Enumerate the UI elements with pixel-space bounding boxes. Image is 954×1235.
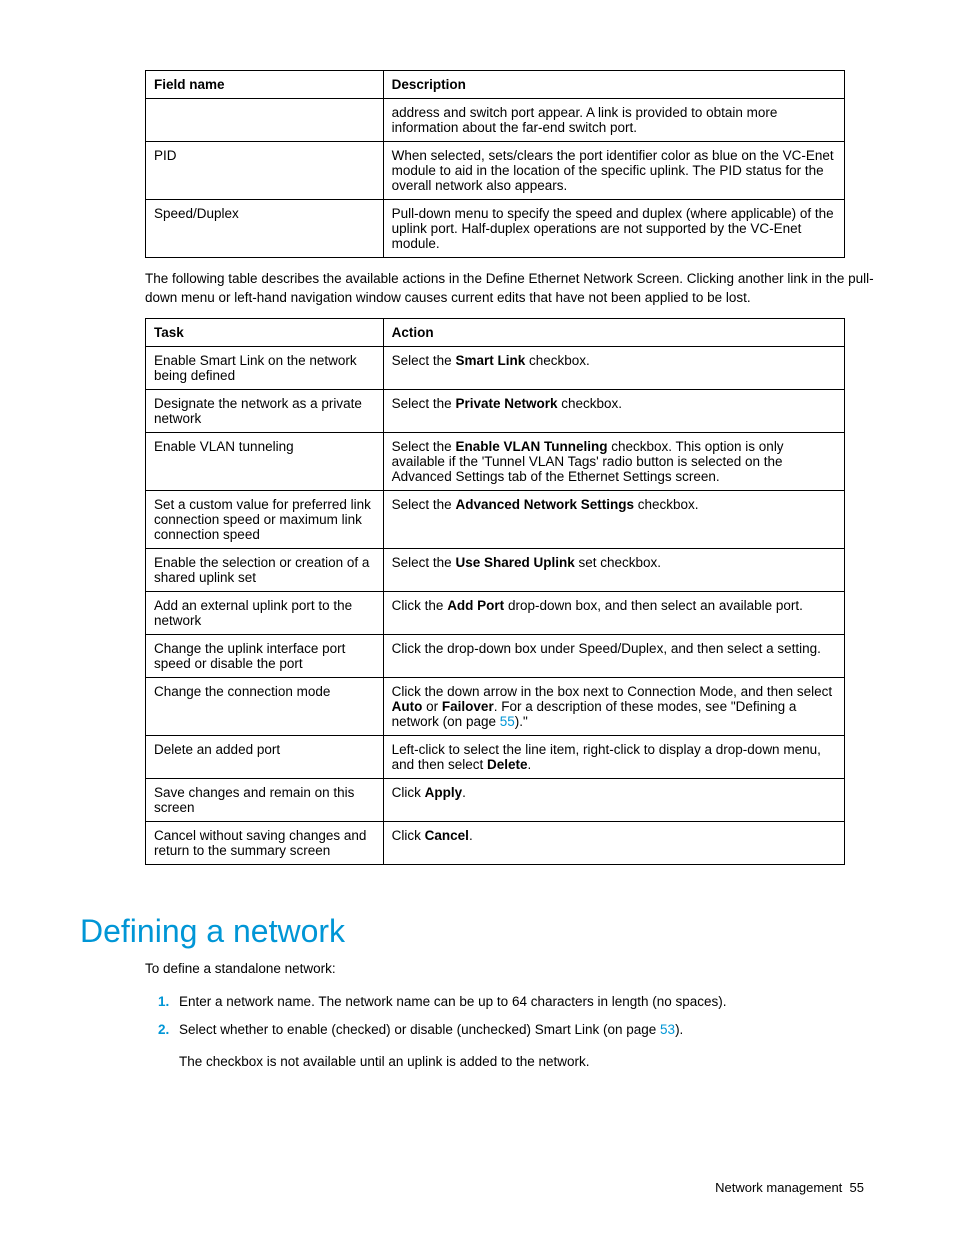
table-header: Description: [383, 71, 844, 99]
cell: address and switch port appear. A link i…: [383, 99, 844, 142]
text: checkbox.: [525, 353, 590, 368]
cell: Save changes and remain on this screen: [146, 778, 384, 821]
task-action-table: Task Action Enable Smart Link on the net…: [145, 318, 845, 865]
table-row: Change the uplink interface port speed o…: [146, 634, 845, 677]
page-container: Field name Description address and switc…: [0, 0, 954, 1126]
cell: Click the Add Port drop-down box, and th…: [383, 591, 844, 634]
cell: Click the drop-down box under Speed/Dupl…: [383, 634, 844, 677]
intro-text: To define a standalone network:: [145, 960, 874, 979]
cell: Select the Enable VLAN Tunneling checkbo…: [383, 432, 844, 490]
text: Click the down arrow in the box next to …: [392, 684, 833, 699]
text: Click: [392, 828, 425, 843]
bold-text: Add Port: [447, 598, 504, 613]
table-row: Cancel without saving changes and return…: [146, 821, 845, 864]
text: ).": [515, 714, 528, 729]
page-link[interactable]: 55: [500, 714, 515, 729]
cell: Select the Advanced Network Settings che…: [383, 490, 844, 548]
page-footer: Network management 55: [715, 1180, 864, 1195]
cell: Change the uplink interface port speed o…: [146, 634, 384, 677]
text: Select the: [392, 497, 456, 512]
cell: Select the Private Network checkbox.: [383, 389, 844, 432]
bold-text: Private Network: [455, 396, 557, 411]
bold-text: Auto: [392, 699, 423, 714]
text: checkbox.: [634, 497, 699, 512]
cell: Left-click to select the line item, righ…: [383, 735, 844, 778]
cell: Enable the selection or creation of a sh…: [146, 548, 384, 591]
bold-text: Advanced Network Settings: [455, 497, 634, 512]
cell: Enable Smart Link on the network being d…: [146, 346, 384, 389]
cell: Add an external uplink port to the netwo…: [146, 591, 384, 634]
cell: Select the Use Shared Uplink set checkbo…: [383, 548, 844, 591]
cell: Enable VLAN tunneling: [146, 432, 384, 490]
table-row: Enable the selection or creation of a sh…: [146, 548, 845, 591]
table-header: Field name: [146, 71, 384, 99]
table-row: Speed/Duplex Pull-down menu to specify t…: [146, 200, 845, 258]
table-row: Enable Smart Link on the network being d…: [146, 346, 845, 389]
table-row: PID When selected, sets/clears the port …: [146, 142, 845, 200]
table-header: Action: [383, 318, 844, 346]
cell: When selected, sets/clears the port iden…: [383, 142, 844, 200]
footer-page-number: 55: [850, 1180, 864, 1195]
ordered-list: Enter a network name. The network name c…: [145, 992, 884, 1041]
bold-text: Use Shared Uplink: [455, 555, 574, 570]
list-item: Select whether to enable (checked) or di…: [173, 1020, 884, 1040]
bold-text: Smart Link: [455, 353, 525, 368]
cell: PID: [146, 142, 384, 200]
sub-text: The checkbox is not available until an u…: [179, 1052, 884, 1072]
bold-text: Delete: [487, 757, 528, 772]
text: set checkbox.: [575, 555, 661, 570]
cell: Click the down arrow in the box next to …: [383, 677, 844, 735]
cell: Select the Smart Link checkbox.: [383, 346, 844, 389]
text: Select whether to enable (checked) or di…: [179, 1022, 660, 1037]
field-description-table: Field name Description address and switc…: [145, 70, 845, 258]
paragraph: The following table describes the availa…: [145, 270, 874, 308]
text: Select the: [392, 396, 456, 411]
cell: Pull-down menu to specify the speed and …: [383, 200, 844, 258]
cell: Set a custom value for preferred link co…: [146, 490, 384, 548]
text: drop-down box, and then select an availa…: [504, 598, 803, 613]
table-row: Delete an added port Left-click to selec…: [146, 735, 845, 778]
table-row: Set a custom value for preferred link co…: [146, 490, 845, 548]
text: or: [422, 699, 442, 714]
cell: Change the connection mode: [146, 677, 384, 735]
bold-text: Apply: [425, 785, 463, 800]
table-row: Change the connection mode Click the dow…: [146, 677, 845, 735]
text: Select the: [392, 439, 456, 454]
section-heading: Defining a network: [80, 913, 884, 950]
cell: Click Apply.: [383, 778, 844, 821]
text: checkbox.: [558, 396, 623, 411]
table-row: Add an external uplink port to the netwo…: [146, 591, 845, 634]
table-row: Save changes and remain on this screen C…: [146, 778, 845, 821]
text: Click: [392, 785, 425, 800]
page-link[interactable]: 53: [660, 1022, 675, 1037]
text: ).: [675, 1022, 683, 1037]
text: .: [469, 828, 473, 843]
table-row: Designate the network as a private netwo…: [146, 389, 845, 432]
cell: Designate the network as a private netwo…: [146, 389, 384, 432]
bold-text: Enable VLAN Tunneling: [455, 439, 607, 454]
cell: [146, 99, 384, 142]
list-item: Enter a network name. The network name c…: [173, 992, 884, 1012]
table-header: Task: [146, 318, 384, 346]
text: Select the: [392, 555, 456, 570]
cell: Click Cancel.: [383, 821, 844, 864]
text: Select the: [392, 353, 456, 368]
cell: Cancel without saving changes and return…: [146, 821, 384, 864]
table-row: address and switch port appear. A link i…: [146, 99, 845, 142]
cell: Delete an added port: [146, 735, 384, 778]
table-row: Enable VLAN tunneling Select the Enable …: [146, 432, 845, 490]
bold-text: Failover: [442, 699, 494, 714]
text: .: [528, 757, 532, 772]
footer-text: Network management: [715, 1180, 842, 1195]
cell: Speed/Duplex: [146, 200, 384, 258]
text: Left-click to select the line item, righ…: [392, 742, 821, 772]
bold-text: Cancel: [425, 828, 469, 843]
text: Click the: [392, 598, 448, 613]
text: .: [462, 785, 466, 800]
